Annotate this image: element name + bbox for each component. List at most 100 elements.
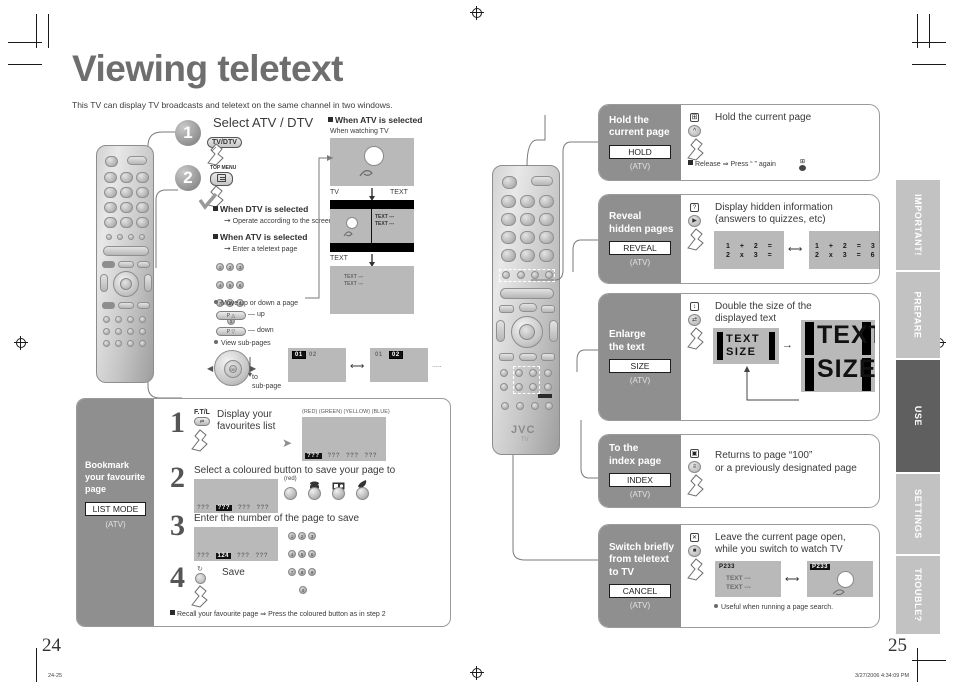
size-button[interactable]: SIZE [609,359,671,373]
panel-switch-briefly-to-tv: Switch briefly from teletext to TV CANCE… [598,524,880,628]
hold-atv-note: (ATV) [629,161,651,171]
registration-mark-left [14,336,28,350]
bm-key-1[interactable]: 1 [288,532,296,540]
panel-index-title: To the index page [609,443,662,467]
ftl-key[interactable]: ⇄ [194,417,210,426]
key-1[interactable]: 1 [216,263,224,271]
hand-pointer-icon-7 [685,324,704,350]
key-3[interactable]: 3 [236,263,244,271]
split-text-line-2: TEXT --- [375,221,395,227]
dpad-control[interactable]: OK [214,350,250,386]
panel-reveal-left: Reveal hidden pages REVEAL (ATV) [599,195,681,283]
bm-key-9[interactable]: 9 [308,568,316,576]
fav2-slot-2-active: ??? [215,505,232,511]
select-atv-dtv-heading: Select ATV / DTV [213,115,314,130]
hold-button[interactable]: HOLD [609,144,671,159]
bm-key-6[interactable]: 6 [308,550,316,558]
panel-size-title: Enlarge the text [609,329,646,353]
dpad-left-arrow-icon: ◀ [207,364,214,373]
crop-mark-tl-v2 [48,14,49,48]
folio-right: 25 [888,635,907,656]
side-tab-settings[interactable]: SETTINGS [896,474,940,554]
bullet-dot-icon-3 [714,604,718,608]
colour-button-blue[interactable] [356,487,369,500]
down-label: down [256,327,274,334]
bullet-square-icon [213,206,218,211]
tv-screen-watching [330,138,414,186]
arrow-glyph: ➞ [224,216,231,225]
hand-pointer-icon-4 [189,582,208,608]
panel-cancel-title: Switch briefly from teletext to TV [609,541,675,578]
favourites-list-screen-1: ??? ??? ??? ??? [302,417,386,461]
bookmark-card: Bookmark your favourite page LIST MODE (… [76,398,451,627]
reveal-math-before: 1 + 2 = 2 x 3 = [726,243,776,259]
bm-key-7[interactable]: 7 [288,568,296,576]
bm-key-2[interactable]: 2 [298,532,306,540]
bm-key-8[interactable]: 8 [298,568,306,576]
bm-key-4[interactable]: 4 [288,550,296,558]
bookmark-step-4-text: Save [222,567,245,578]
hold-note-key-glyph: ⊞ [798,158,807,171]
fav-slot-4: ??? [364,453,377,459]
side-tab-use[interactable]: USE [896,360,940,472]
fav-slot-3: ??? [346,453,359,459]
key-4[interactable]: 4 [216,281,224,289]
panel-reveal-title: Reveal hidden pages [609,211,674,235]
cancel-screen-teletext: P233 TEXT --- TEXT --- [715,561,781,597]
menu-icon [217,174,226,182]
atv-screens-sub: When watching TV [330,128,389,135]
reveal-button[interactable]: REVEAL [609,241,671,255]
key-6[interactable]: 6 [236,281,244,289]
footer-file-label: 24-25 [48,673,63,679]
favourites-list-screen-3: ??? 124 ??? ??? [194,527,278,561]
key-5[interactable]: 5 [226,281,234,289]
subpage-toggle-arrow-icon: ⟷ [350,361,365,372]
hand-pointer-icon-5 [685,135,704,161]
hold-key-icon: ⊞ [690,113,699,122]
cancel-text-line-2: TEXT --- [726,584,751,591]
atv-screens-heading: When ATV is selected [335,115,423,125]
colour-button-red[interactable] [284,487,297,500]
when-dtv-heading: When DTV is selected [220,204,309,214]
panel-index-body: ▣ ≡ Returns to page “100” or a previousl… [681,435,879,507]
side-tab-trouble[interactable]: TROUBLE? [896,556,940,634]
hand-pointer-icon-3 [189,426,208,452]
side-tab-important[interactable]: IMPORTANT! [896,180,940,270]
key-2[interactable]: 2 [226,263,234,271]
text-screen-line-1: TEXT --- [344,274,364,280]
side-tab-prepare[interactable]: PREPARE [896,272,940,358]
bullet-square-icon-3 [328,117,333,122]
colour-button-green[interactable] [308,487,321,500]
index-button[interactable]: INDEX [609,473,671,487]
top-menu-key-label: TOP MENU [210,165,237,171]
bm-key-0[interactable]: 0 [299,586,307,594]
cancel-note: Useful when running a page search. [714,604,833,611]
panel-index-left: To the index page INDEX (ATV) [599,435,681,507]
numeric-keypad-bookmark[interactable]: 123 456 789 0 [287,525,327,597]
index-atv-note: (ATV) [629,490,651,499]
panel-to-index-page: To the index page INDEX (ATV) ▣ ≡ Return… [598,434,880,508]
panel-reveal-body: ? ▶ Display hidden information (answers … [681,195,879,283]
reveal-headline: Display hidden information (answers to q… [715,202,833,225]
folio-left: 24 [42,635,61,656]
bookmark-mode-button[interactable]: LIST MODE [85,502,146,516]
reveal-screen-after: 1 + 2 = 3 2 x 3 = 6 [809,231,879,269]
fav3-slot-4: ??? [255,553,269,559]
index-headline: Returns to page “100” or a previously de… [715,450,857,474]
colour-button-yellow[interactable] [332,487,345,500]
bookmark-title: Bookmark your favourite page [85,460,146,494]
crop-mark-tl-h2 [8,64,42,65]
panel-hold-title: Hold the current page [609,114,670,139]
reveal-key-icon: ? [690,203,699,212]
channel-up-key[interactable]: P △ [216,311,246,320]
text-only-screen: TEXT --- TEXT --- [330,266,414,314]
subpage-screen-a: 01 02 [288,348,346,382]
cancel-toggle-arrow-icon: ⟷ [785,574,800,585]
channel-down-key[interactable]: P ▽ [216,327,246,336]
remote-control-illustration-left [96,145,154,383]
cancel-button[interactable]: CANCEL [609,584,671,599]
bm-key-3[interactable]: 3 [308,532,316,540]
subpage-ellipsis: ..... [432,362,442,369]
cancel-headline: Leave the current page open, while you s… [715,532,846,555]
bm-key-5[interactable]: 5 [298,550,306,558]
